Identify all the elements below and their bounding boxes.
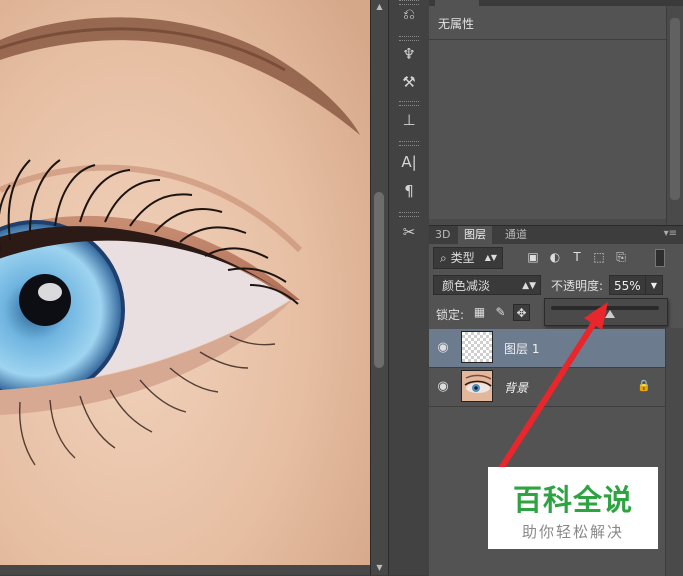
tools-icon[interactable]: ✂ [395, 220, 423, 244]
visibility-eye-icon[interactable]: ◉ [435, 340, 451, 356]
document-canvas[interactable] [0, 0, 370, 575]
opacity-input[interactable]: 55% ▼ [609, 275, 663, 295]
shape-filter-icon[interactable]: ⬚ [591, 249, 607, 265]
scroll-thumb[interactable] [374, 192, 384, 368]
opacity-slider-knob[interactable] [605, 310, 616, 318]
lock-icon: 🔒 [637, 379, 651, 392]
blend-mode-select[interactable]: 颜色减淡 ▲▼ [433, 275, 541, 295]
scroll-down-icon[interactable]: ▼ [371, 561, 388, 575]
opacity-label: 不透明度: [551, 279, 604, 293]
blend-mode-value: 颜色减淡 [442, 279, 491, 293]
watermark-badge: 百科全说 助你轻松解决 [488, 467, 658, 549]
layer-row[interactable]: ◉ 图层 1 [429, 329, 665, 368]
layer-thumbnail [461, 331, 493, 363]
adjustment-filter-icon[interactable]: ◐ [547, 249, 563, 265]
visibility-eye-icon[interactable]: ◉ [435, 379, 451, 395]
lock-position-icon[interactable]: ✥ [513, 304, 530, 321]
canvas-horizontal-scrollbar[interactable] [0, 565, 370, 575]
layer-name: 背景 [504, 381, 529, 395]
lock-transparency-icon[interactable]: ▦ [471, 304, 488, 321]
filter-value: 类型 [450, 251, 475, 265]
character-icon[interactable]: A| [395, 150, 423, 174]
watermark-title: 百科全说 [512, 483, 633, 517]
smart-object-filter-icon[interactable]: ⎘ [613, 249, 629, 265]
opacity-slider-popup[interactable] [544, 298, 668, 326]
lock-label: 锁定: [436, 308, 465, 322]
paragraph-icon[interactable]: ¶ [395, 179, 423, 203]
properties-panel: 无属性 [429, 0, 683, 225]
canvas-vertical-scrollbar[interactable]: ▲ ▼ [370, 0, 388, 575]
scroll-up-icon[interactable]: ▲ [371, 0, 388, 14]
tab-layers[interactable]: 图层 [458, 226, 492, 244]
layers-scrollbar[interactable] [665, 328, 683, 576]
layer-filter-select[interactable]: ⌕ 类型 ▲▼ [433, 247, 503, 269]
layer-thumbnail [461, 370, 493, 402]
chevron-down-icon[interactable]: ▼ [645, 276, 662, 294]
filter-toggle[interactable] [655, 249, 665, 267]
tab-properties[interactable] [435, 0, 479, 6]
properties-content: 无属性 [438, 17, 475, 31]
chevron-down-icon: ▲▼ [484, 253, 497, 262]
brush-preset-icon[interactable]: ♆ [395, 42, 423, 66]
image-filter-icon[interactable]: ▣ [525, 249, 541, 265]
lock-pixels-icon[interactable]: ✎ [492, 304, 509, 321]
opacity-value: 55% [614, 279, 641, 293]
layer-name: 图层 1 [504, 342, 540, 356]
panel-dock-strip: ⎌ ♆ ⚒ ⊥ A| ¶ ✂ [388, 0, 430, 575]
chevron-down-icon: ▲▼ [522, 281, 536, 291]
properties-scrollbar[interactable] [666, 6, 683, 225]
type-filter-icon[interactable]: T [569, 249, 585, 265]
history-icon[interactable]: ⎌ [395, 2, 423, 26]
layer-row[interactable]: ◉ 背景 🔒 [429, 368, 665, 407]
search-icon: ⌕ [440, 251, 447, 265]
tab-channels[interactable]: 通道 [499, 226, 533, 244]
tool-preset-icon[interactable]: ⚒ [395, 70, 423, 94]
watermark-subtitle: 助你轻松解决 [521, 523, 624, 541]
eye-photo [0, 0, 370, 575]
clone-source-icon[interactable]: ⊥ [395, 108, 423, 132]
panel-menu-icon[interactable]: ▾≡ [664, 228, 677, 239]
tab-3d[interactable]: 3D [429, 226, 456, 244]
